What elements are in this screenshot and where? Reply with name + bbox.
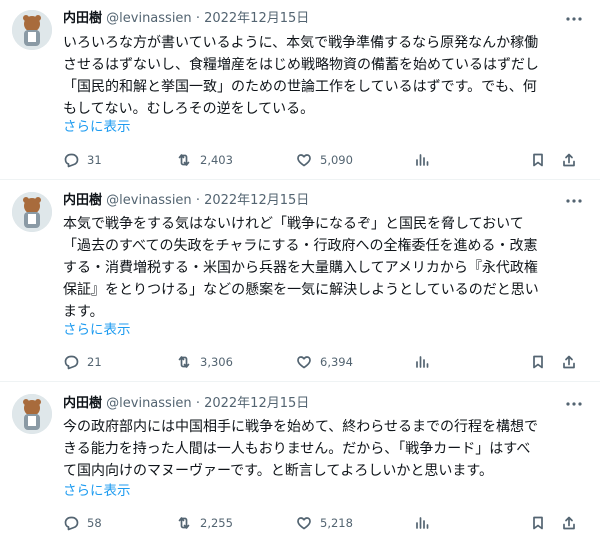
show-more-link[interactable]: さらに表示 [63, 321, 131, 339]
avatar-image [12, 394, 52, 434]
more-icon[interactable] [564, 193, 584, 209]
retweet-count: 2,403 [200, 153, 233, 167]
user-name[interactable]: 内田樹 [63, 396, 102, 411]
views-icon [416, 517, 429, 529]
separator: · [195, 11, 200, 26]
show-more-link[interactable]: さらに表示 [63, 118, 131, 136]
tweet-text-line: きる能力を持った人間は一人もおりません。だから、「戦争カード」はすべ [63, 441, 531, 457]
user-handle[interactable]: @levinassien [106, 396, 192, 411]
like-icon [297, 356, 311, 369]
bookmark-button[interactable] [530, 513, 546, 533]
action-bar: 58 2,255 5,218 [0, 513, 600, 533]
retweet-count: 3,306 [200, 355, 233, 369]
share-icon [563, 516, 575, 530]
avatar[interactable] [12, 10, 52, 50]
retweet-icon [178, 356, 190, 368]
tweet[interactable]: 内田樹 @levinassien · 2022年12月15日 本気で戦争をする気… [0, 180, 600, 380]
tweet-date[interactable]: 2022年12月15日 [204, 396, 309, 411]
bookmark-icon [533, 153, 543, 167]
tweet-text-line: 保証』をとりつける」などの懸案を一気に解決しようとしているのだと思い [63, 282, 539, 298]
tweet-text-line: ます。 [63, 304, 104, 320]
action-bar: 31 2,403 5,090 [0, 150, 600, 170]
user-handle[interactable]: @levinassien [106, 193, 192, 208]
like-count: 5,218 [320, 516, 353, 530]
tweet-date[interactable]: 2022年12月15日 [204, 193, 309, 208]
bookmark-icon [533, 516, 543, 530]
bookmark-button[interactable] [530, 150, 546, 170]
avatar[interactable] [12, 394, 52, 434]
reply-icon [64, 153, 79, 168]
views-button[interactable] [414, 150, 430, 170]
tweet-text-line: 「国民的和解と挙国一致」のための世論工作をしているはずです。でも、何 [63, 79, 537, 95]
views-icon [416, 356, 429, 368]
tweet-header: 内田樹 @levinassien · 2022年12月15日 [63, 193, 309, 209]
views-button[interactable] [414, 513, 430, 533]
tweet-text-line: 本気で戦争をする気はないけれど「戦争になるぞ」と国民を脅しておいて [63, 216, 524, 232]
separator: · [195, 396, 200, 411]
tweet-text-line: 今の政府部内には中国相手に戦争を始めて、終わらせるまでの行程を構想で [63, 419, 539, 435]
retweet-button[interactable]: 2,255 [176, 513, 233, 533]
share-icon [563, 153, 575, 167]
tweet-text-line: もしてない。むしろその逆をしている。 [63, 101, 315, 117]
retweet-button[interactable]: 3,306 [176, 352, 233, 372]
tweet-text: いろいろな方が書いているように、本気で戦争準備するなら原発なんか稼働 させるはず… [63, 32, 585, 120]
like-icon [297, 154, 311, 167]
show-more-link[interactable]: さらに表示 [63, 482, 131, 500]
tweet-header: 内田樹 @levinassien · 2022年12月15日 [63, 11, 309, 27]
share-icon [563, 355, 575, 369]
like-button[interactable]: 5,218 [296, 513, 353, 533]
tweet-text-line: 「過去のすべての失政をチャラにする・行政府への全権委任を進める・改憲 [63, 238, 538, 254]
tweet-header: 内田樹 @levinassien · 2022年12月15日 [63, 396, 309, 412]
reply-icon [64, 355, 79, 370]
retweet-count: 2,255 [200, 516, 233, 530]
more-icon[interactable] [564, 396, 584, 412]
like-icon [297, 517, 311, 530]
tweet-text: 今の政府部内には中国相手に戦争を始めて、終わらせるまでの行程を構想で きる能力を… [63, 416, 585, 482]
tweet-date[interactable]: 2022年12月15日 [204, 11, 309, 26]
user-name[interactable]: 内田樹 [63, 193, 102, 208]
more-icon[interactable] [564, 11, 584, 27]
tweet[interactable]: 内田樹 @levinassien · 2022年12月15日 いろいろな方が書い… [0, 0, 600, 178]
action-bar: 21 3,306 6,394 [0, 352, 600, 372]
tweet[interactable]: 内田樹 @levinassien · 2022年12月15日 今の政府部内には中… [0, 382, 600, 540]
reply-count: 31 [87, 153, 102, 167]
bookmark-button[interactable] [530, 352, 546, 372]
avatar-image [12, 192, 52, 232]
reply-icon [64, 516, 79, 531]
share-button[interactable] [561, 352, 577, 372]
share-button[interactable] [561, 513, 577, 533]
tweet-text-line: て国内向けのマヌーヴァーです。と断言してよろしいかと思います。 [63, 463, 493, 479]
retweet-icon [178, 154, 190, 166]
like-button[interactable]: 6,394 [296, 352, 353, 372]
like-button[interactable]: 5,090 [296, 150, 353, 170]
user-name[interactable]: 内田樹 [63, 11, 102, 26]
views-icon [416, 154, 429, 166]
reply-count: 58 [87, 516, 102, 530]
like-count: 5,090 [320, 153, 353, 167]
views-button[interactable] [414, 352, 430, 372]
bookmark-icon [533, 355, 543, 369]
retweet-icon [178, 517, 190, 529]
tweet-text-line: させるはずないし、食糧増産をはじめ戦略物資の備蓄を始めているはずだし [63, 57, 539, 73]
user-handle[interactable]: @levinassien [106, 11, 192, 26]
separator: · [195, 193, 200, 208]
reply-button[interactable]: 31 [63, 150, 102, 170]
share-button[interactable] [561, 150, 577, 170]
reply-button[interactable]: 58 [63, 513, 102, 533]
reply-count: 21 [87, 355, 102, 369]
tweet-text: 本気で戦争をする気はないけれど「戦争になるぞ」と国民を脅しておいて 「過去のすべ… [63, 213, 585, 323]
avatar-image [12, 10, 52, 50]
retweet-button[interactable]: 2,403 [176, 150, 233, 170]
tweet-text-line: いろいろな方が書いているように、本気で戦争準備するなら原発なんか稼働 [63, 35, 539, 51]
reply-button[interactable]: 21 [63, 352, 102, 372]
tweet-text-line: する・消費増税する・米国から兵器を大量購入してアメリカから『永代政権 [63, 260, 538, 276]
avatar[interactable] [12, 192, 52, 232]
like-count: 6,394 [320, 355, 353, 369]
